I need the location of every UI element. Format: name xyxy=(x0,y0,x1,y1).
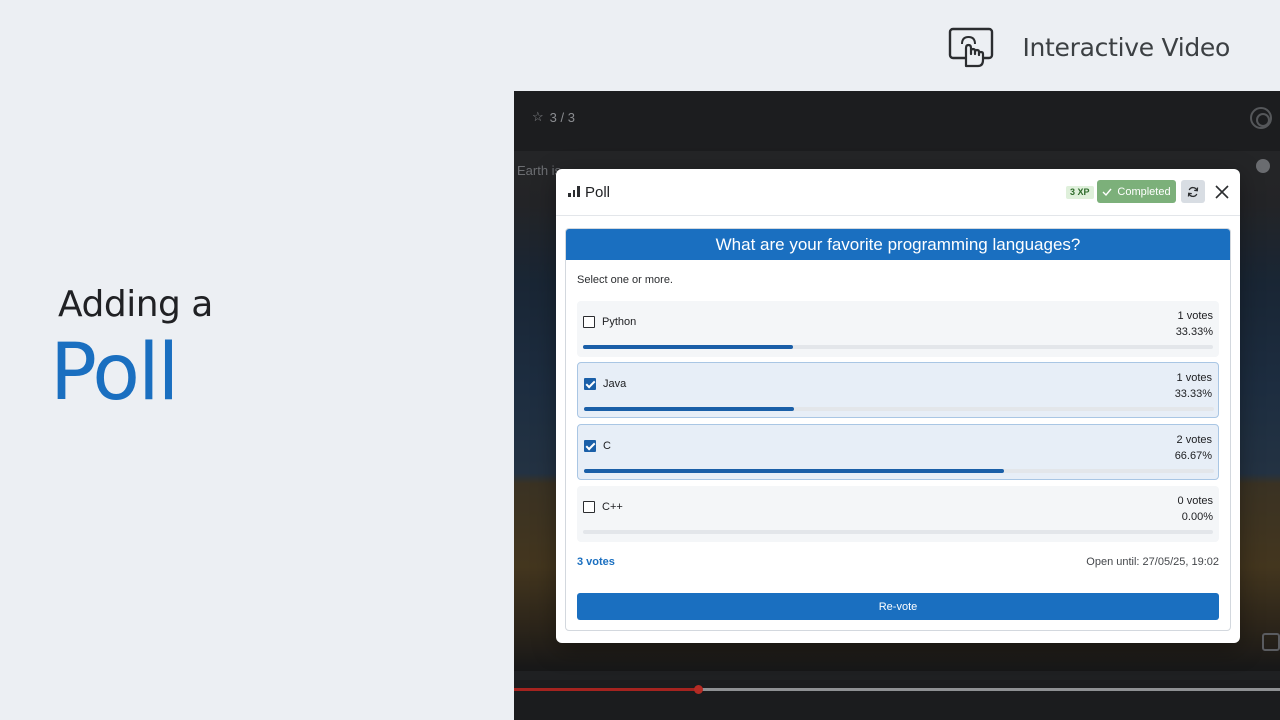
option-bar-track xyxy=(583,345,1213,349)
option-label: Java xyxy=(603,378,627,390)
poll-option-c[interactable]: C 2 votes 66.67% xyxy=(577,424,1219,480)
poll-option-python[interactable]: Python 1 votes 33.33% xyxy=(577,301,1219,357)
poll-option-cpp[interactable]: C++ 0 votes 0.00% xyxy=(577,486,1219,542)
option-votes: 0 votes xyxy=(1177,495,1213,507)
poll-dialog: Poll 3 XP Completed What are your favori… xyxy=(556,169,1240,643)
total-votes-link[interactable]: 3 votes xyxy=(577,556,615,568)
option-bar-fill xyxy=(583,345,793,349)
clock-icon[interactable] xyxy=(1256,159,1270,173)
option-percent: 33.33% xyxy=(1174,388,1212,400)
option-label: C xyxy=(603,440,611,452)
option-result: 1 votes 33.33% xyxy=(1175,370,1212,402)
brand: Interactive Video xyxy=(948,26,1230,68)
option-label: Python xyxy=(602,316,637,328)
poll-card: What are your favorite programming langu… xyxy=(565,228,1231,631)
dialog-title: Poll xyxy=(585,184,611,201)
revote-button[interactable]: Re-vote xyxy=(577,593,1219,620)
option-checkbox[interactable] xyxy=(583,501,595,513)
option-bar-track xyxy=(584,469,1214,473)
option-result: 2 votes 66.67% xyxy=(1175,432,1212,464)
dialog-header: Poll 3 XP Completed xyxy=(556,169,1240,216)
refresh-icon xyxy=(1187,186,1199,197)
completed-status-button[interactable]: Completed xyxy=(1097,180,1176,203)
option-votes: 1 votes xyxy=(1176,372,1212,384)
poll-option-java[interactable]: Java 1 votes 33.33% xyxy=(577,362,1219,418)
option-percent: 0.00% xyxy=(1181,511,1213,523)
option-bar-fill xyxy=(584,469,1005,473)
video-top-bar: ☆ 3 / 3 xyxy=(514,91,1280,151)
xp-badge: 3 XP xyxy=(1066,186,1094,199)
touch-screen-icon xyxy=(949,27,994,68)
option-votes: 1 votes xyxy=(1177,310,1213,322)
headline-line-1: Adding a xyxy=(58,284,213,325)
option-votes: 2 votes xyxy=(1176,434,1212,446)
headline-line-2: Poll xyxy=(50,328,179,418)
settings-icon[interactable] xyxy=(1250,107,1272,129)
completed-label: Completed xyxy=(1117,185,1171,198)
star-icon: ☆ xyxy=(532,109,544,124)
close-button[interactable] xyxy=(1212,182,1232,202)
option-percent: 66.67% xyxy=(1174,450,1212,462)
option-bar-track xyxy=(583,530,1213,534)
option-bar-track xyxy=(584,407,1214,411)
fullscreen-icon[interactable] xyxy=(1262,633,1280,651)
option-label: C++ xyxy=(602,501,623,513)
poll-question: What are your favorite programming langu… xyxy=(566,229,1230,260)
check-icon xyxy=(1102,188,1112,196)
open-until-text: Open until: 27/05/25, 19:02 xyxy=(1086,556,1219,568)
player-control-bar xyxy=(514,680,1280,720)
progress-fill xyxy=(514,688,698,691)
close-icon xyxy=(1215,185,1229,199)
option-bar-fill xyxy=(584,407,794,411)
brand-title: Interactive Video xyxy=(1022,32,1230,62)
option-checkbox[interactable] xyxy=(583,316,595,328)
refresh-button[interactable] xyxy=(1181,180,1205,203)
star-count-text: 3 / 3 xyxy=(549,109,575,125)
option-checkbox[interactable] xyxy=(584,440,596,452)
option-checkbox[interactable] xyxy=(584,378,596,390)
poll-icon xyxy=(568,186,581,197)
star-counter: ☆ 3 / 3 xyxy=(532,109,575,125)
poll-hint: Select one or more. xyxy=(577,274,673,286)
progress-handle[interactable] xyxy=(693,685,703,694)
option-percent: 33.33% xyxy=(1175,326,1213,338)
option-result: 0 votes 0.00% xyxy=(1178,493,1213,525)
option-result: 1 votes 33.33% xyxy=(1176,308,1213,340)
